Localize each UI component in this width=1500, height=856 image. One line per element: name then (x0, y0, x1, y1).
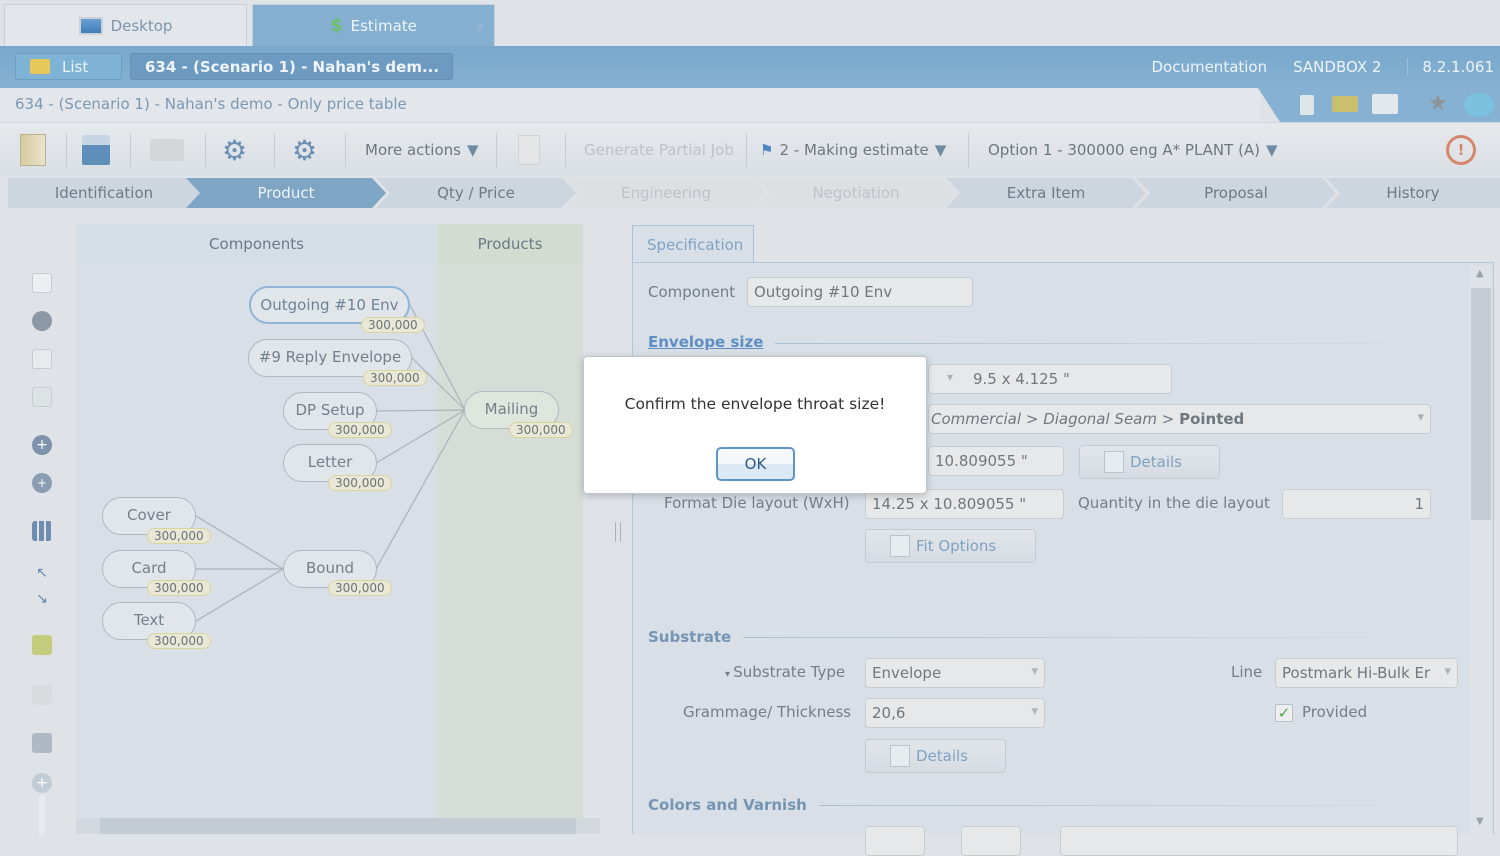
die-layout-label: Format Die layout (WxH) (664, 494, 850, 512)
node-qty: 300,000 (147, 580, 211, 596)
fit-options-button[interactable]: Fit Options (865, 529, 1036, 563)
colors-back-field[interactable] (961, 826, 1021, 856)
step-negotiation[interactable]: Negotiation (756, 178, 956, 208)
details-label: Details (1130, 453, 1183, 471)
qty-die-label: Quantity in the die layout (1078, 494, 1270, 512)
substrate-heading: Substrate (648, 628, 732, 646)
node-qty: 300,000 (509, 422, 573, 438)
status-dropdown[interactable]: ⚑ 2 - Making estimate ▼ (760, 133, 946, 167)
flag-icon: ⚑ (760, 141, 774, 159)
magnifier-document-icon (890, 535, 910, 557)
trash-icon[interactable] (1300, 95, 1314, 115)
caret-down-icon: ▼ (1266, 141, 1278, 159)
alert-button[interactable]: ! (1446, 133, 1476, 167)
provided-checkbox[interactable]: ✓ (1275, 704, 1293, 722)
step-proposal[interactable]: Proposal (1136, 178, 1336, 208)
tree-horizontal-scrollbar[interactable] (76, 818, 600, 834)
envelope-size-field[interactable]: ▾ 9.5 x 4.125 " (928, 364, 1172, 394)
step-history[interactable]: History (1326, 178, 1500, 208)
node-qty: 300,000 (147, 633, 211, 649)
splitter-handle[interactable] (615, 522, 621, 542)
step-extra-item[interactable]: Extra Item (946, 178, 1146, 208)
node-qty: 300,000 (147, 528, 211, 544)
node-label: Bound (305, 559, 354, 577)
status-label: 2 - Making estimate (779, 141, 929, 159)
option-label: Option 1 - 300000 eng A* PLANT (A) (988, 141, 1261, 159)
component-field[interactable]: Outgoing #10 Env (747, 277, 973, 307)
line-dropdown[interactable]: Postmark Hi-Bulk Er (1275, 658, 1458, 688)
node-label: Card (131, 559, 167, 577)
node-label: DP Setup (295, 401, 365, 419)
node-qty: 300,000 (363, 370, 427, 386)
envelope-style-dropdown[interactable]: Commercial > Diagonal Seam > Pointed (928, 404, 1431, 434)
node-qty: 300,000 (328, 422, 392, 438)
colors-varnish-heading: Colors and Varnish (648, 796, 807, 814)
node-label: Cover (127, 506, 171, 524)
colors-description-field[interactable] (1060, 826, 1458, 856)
style-part: Diagonal Seam (1043, 410, 1157, 428)
style-part: Commercial (931, 410, 1022, 428)
grammage-label: Grammage/ Thickness (683, 703, 852, 721)
substrate-details-button[interactable]: Details (865, 739, 1006, 773)
node-label: #9 Reply Envelope (258, 348, 402, 366)
quick-icons: ★ (1258, 88, 1500, 122)
node-qty: 300,000 (361, 317, 425, 333)
dialog-message: Confirm the envelope throat size! (624, 395, 886, 413)
details-label: Details (916, 747, 969, 765)
star-icon[interactable]: ★ (1428, 91, 1448, 116)
envelope-size-link[interactable]: Envelope size (648, 333, 763, 351)
size-value: 9.5 x 4.125 " (973, 370, 1070, 388)
generate-partial-job-label: Generate Partial Job (584, 141, 734, 159)
dimension-field[interactable]: 10.809055 " (928, 446, 1064, 476)
node-label: Mailing (484, 400, 539, 418)
window-share-icon[interactable] (1372, 94, 1398, 114)
confirm-dialog: Confirm the envelope throat size! OK (583, 356, 927, 494)
node-qty: 300,000 (328, 475, 392, 491)
globe-icon[interactable] (1464, 93, 1494, 117)
alert-icon: ! (1446, 135, 1476, 165)
environment-label: SANDBOX 2 (1293, 58, 1382, 76)
magnifier-document-icon (1104, 451, 1124, 473)
label-text: Substrate Type (733, 663, 846, 681)
provided-label: Provided (1302, 703, 1368, 721)
node-label: Letter (307, 453, 353, 471)
qty-die-field[interactable]: 1 (1282, 489, 1431, 519)
folder-share-icon[interactable] (1332, 96, 1358, 112)
style-selected: Pointed (1179, 410, 1245, 428)
node-qty: 300,000 (328, 580, 392, 596)
node-label: Outgoing #10 Env (260, 296, 399, 314)
colors-front-field[interactable] (865, 826, 925, 856)
specification-panel: Component Outgoing #10 Env Envelope size… (632, 262, 1494, 856)
fit-options-label: Fit Options (916, 537, 997, 555)
magnifier-document-icon (890, 745, 910, 767)
tab-specification[interactable]: Specification (632, 225, 754, 263)
caret-down-icon: ▼ (934, 141, 947, 159)
node-label: Text (133, 611, 165, 629)
line-label: Line (1231, 663, 1263, 681)
substrate-type-label: ▾ Substrate Type (725, 663, 846, 681)
substrate-type-dropdown[interactable]: Envelope (865, 658, 1045, 688)
spec-vertical-scrollbar[interactable]: ▲ ▼ (1470, 266, 1492, 834)
component-label: Component (648, 283, 736, 301)
details-button[interactable]: Details (1079, 445, 1220, 479)
grammage-dropdown[interactable]: 20,6 (865, 698, 1045, 728)
documentation-link[interactable]: Documentation (1151, 58, 1267, 76)
ok-button[interactable]: OK (716, 447, 795, 481)
generate-partial-job-button[interactable]: Generate Partial Job (584, 133, 734, 167)
option-dropdown[interactable]: Option 1 - 300000 eng A* PLANT (A) ▼ (988, 133, 1278, 167)
version-label: 8.2.1.061 (1407, 58, 1494, 76)
